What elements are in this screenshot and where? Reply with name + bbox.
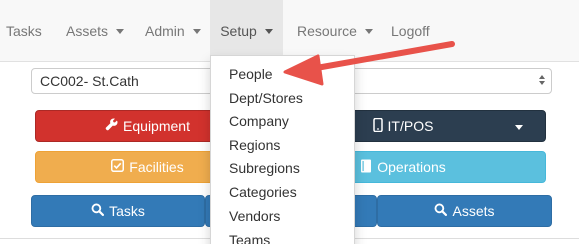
nav-admin-label: Admin	[145, 23, 185, 39]
caret-down-icon	[116, 28, 125, 34]
assets-label: Assets	[452, 203, 495, 219]
menu-item-regions[interactable]: Regions	[229, 137, 280, 153]
menu-item-dept-stores[interactable]: Dept/Stores	[229, 90, 303, 106]
nav-resource[interactable]: Resource	[297, 0, 373, 62]
caret-down-icon	[192, 28, 201, 34]
mobile-icon	[372, 117, 383, 135]
nav-setup-label: Setup	[220, 23, 257, 39]
tasks-button[interactable]: Tasks	[31, 195, 205, 227]
nav-logoff[interactable]: Logoff	[391, 0, 430, 62]
nav-tasks[interactable]: Tasks	[6, 0, 42, 62]
tasks-label: Tasks	[109, 203, 145, 219]
caret-down-icon	[364, 28, 373, 34]
menu-item-company[interactable]: Company	[229, 113, 289, 129]
menu-item-subregions[interactable]: Subregions	[229, 160, 300, 176]
search-icon	[91, 203, 105, 219]
nav-assets-label: Assets	[66, 23, 109, 39]
equipment-label: Equipment	[123, 118, 190, 134]
search-icon	[434, 203, 448, 219]
itpos-label: IT/POS	[387, 118, 434, 134]
menu-item-people[interactable]: People	[229, 66, 273, 82]
setup-dropdown-menu: People Dept/Stores Company Regions Subre…	[210, 55, 355, 244]
check-square-icon	[111, 159, 125, 175]
caret-down-icon	[515, 125, 523, 130]
assets-button[interactable]: Assets	[377, 195, 552, 227]
top-navbar: Tasks Assets Admin Setup Resource Logoff	[0, 0, 579, 62]
nav-resource-label: Resource	[297, 23, 357, 39]
nav-tasks-label: Tasks	[6, 23, 42, 39]
select-arrows-icon	[539, 75, 545, 85]
facilities-label: Facilities	[129, 159, 184, 175]
operations-label: Operations	[377, 159, 446, 175]
caret-down-icon	[264, 28, 273, 34]
wrench-icon	[105, 118, 118, 134]
nav-admin[interactable]: Admin	[145, 0, 201, 62]
nav-logoff-label: Logoff	[391, 23, 430, 39]
site-select-value: CC002- St.Cath	[40, 73, 139, 89]
menu-item-categories[interactable]: Categories	[229, 184, 297, 200]
menu-item-vendors[interactable]: Vendors	[229, 208, 280, 224]
nav-assets[interactable]: Assets	[66, 0, 125, 62]
book-icon	[360, 159, 372, 176]
menu-item-teams[interactable]: Teams	[229, 232, 270, 244]
nav-setup[interactable]: Setup	[210, 0, 283, 62]
